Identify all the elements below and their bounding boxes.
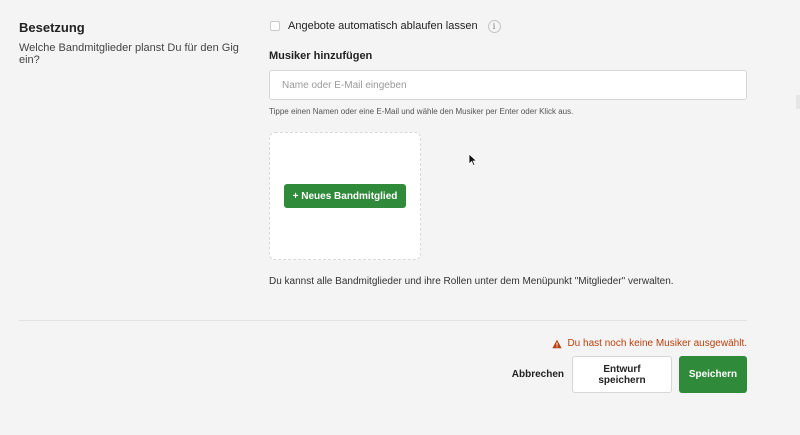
cancel-button[interactable]: Abbrechen bbox=[512, 369, 564, 380]
info-icon[interactable]: i bbox=[487, 19, 501, 33]
section-description: Welche Bandmitglieder planst Du für den … bbox=[19, 42, 239, 66]
save-button[interactable]: Speichern bbox=[679, 356, 747, 393]
mouse-pointer-icon bbox=[468, 153, 478, 167]
no-musician-warning: Du hast noch keine Musiker ausgewählt. bbox=[552, 338, 747, 349]
auto-expire-label[interactable]: Angebote automatisch ablaufen lassen bbox=[288, 20, 478, 32]
section-title: Besetzung bbox=[19, 20, 85, 35]
lineup-form: Angebote automatisch ablaufen lassen i M… bbox=[269, 18, 747, 287]
add-musician-hint: Tippe einen Namen oder eine E-Mail und w… bbox=[269, 107, 574, 116]
page: Besetzung Welche Bandmitglieder planst D… bbox=[0, 0, 800, 435]
auto-expire-checkbox[interactable] bbox=[270, 21, 280, 31]
new-member-button[interactable]: + Neues Bandmitglied bbox=[283, 184, 407, 208]
save-draft-button[interactable]: Entwurf speichern bbox=[572, 356, 672, 393]
add-musician-input[interactable] bbox=[269, 70, 747, 100]
manage-members-note: Du kannst alle Bandmitglieder und ihre R… bbox=[269, 276, 674, 287]
new-member-card: + Neues Bandmitglied bbox=[269, 132, 421, 260]
warning-triangle-icon bbox=[552, 339, 563, 348]
scrollbar-edge[interactable] bbox=[796, 95, 800, 109]
auto-expire-row: Angebote automatisch ablaufen lassen i bbox=[269, 18, 747, 34]
warning-text: Du hast noch keine Musiker ausgewählt. bbox=[567, 338, 747, 349]
divider bbox=[19, 320, 747, 321]
section-header: Besetzung Welche Bandmitglieder planst D… bbox=[19, 20, 249, 66]
add-musician-label: Musiker hinzufügen bbox=[269, 50, 373, 62]
form-actions: Abbrechen Entwurf speichern Speichern bbox=[512, 356, 747, 393]
